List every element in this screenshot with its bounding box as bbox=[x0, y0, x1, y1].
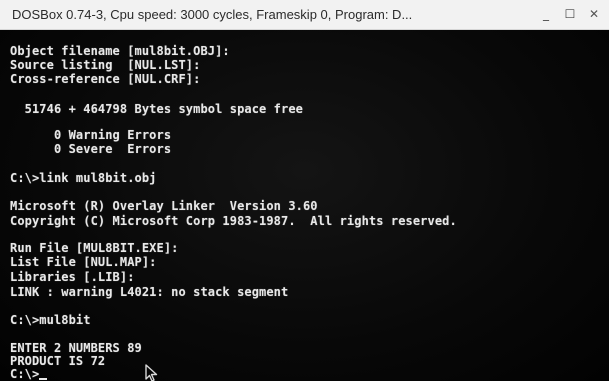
minimize-button[interactable]: _ bbox=[535, 4, 557, 24]
terminal-line: Object filename [mul8bit.OBJ]: bbox=[10, 44, 230, 58]
terminal-line: PRODUCT IS 72 bbox=[10, 354, 106, 368]
terminal-line: Libraries [.LIB]: bbox=[10, 270, 135, 284]
mouse-pointer-icon bbox=[145, 364, 158, 381]
dosbox-window: DOSBox 0.74-3, Cpu speed: 3000 cycles, F… bbox=[0, 0, 609, 381]
terminal-line: List File [NUL.MAP]: bbox=[10, 255, 157, 269]
terminal-line: Cross-reference [NUL.CRF]: bbox=[10, 72, 201, 86]
maximize-button[interactable]: ☐ bbox=[559, 4, 581, 24]
terminal-line: 0 Warning Errors bbox=[10, 128, 172, 142]
terminal-line: 51746 + 464798 Bytes symbol space free bbox=[10, 102, 303, 116]
terminal-line: ENTER 2 NUMBERS 89 bbox=[10, 341, 142, 355]
title-bar[interactable]: DOSBox 0.74-3, Cpu speed: 3000 cycles, F… bbox=[0, 0, 609, 30]
prompt-text: C:\> bbox=[10, 367, 40, 381]
dos-screen[interactable]: Object filename [mul8bit.OBJ]: Source li… bbox=[0, 30, 609, 381]
terminal-line: C:\>link mul8bit.obj bbox=[10, 171, 157, 185]
terminal-line: Source listing [NUL.LST]: bbox=[10, 58, 201, 72]
close-button[interactable]: ✕ bbox=[583, 4, 605, 24]
terminal-line: C:\>mul8bit bbox=[10, 313, 91, 327]
terminal-line: Copyright (C) Microsoft Corp 1983-1987. … bbox=[10, 214, 457, 228]
terminal-line: LINK : warning L4021: no stack segment bbox=[10, 285, 289, 299]
terminal-line: Microsoft (R) Overlay Linker Version 3.6… bbox=[10, 199, 318, 213]
text-cursor bbox=[39, 378, 48, 380]
window-title: DOSBox 0.74-3, Cpu speed: 3000 cycles, F… bbox=[12, 7, 413, 22]
terminal-line: Run File [MUL8BIT.EXE]: bbox=[10, 241, 179, 255]
prompt-line[interactable]: C:\> bbox=[10, 367, 48, 381]
terminal-line: 0 Severe Errors bbox=[10, 142, 172, 156]
window-controls: _ ☐ ✕ bbox=[535, 4, 605, 24]
